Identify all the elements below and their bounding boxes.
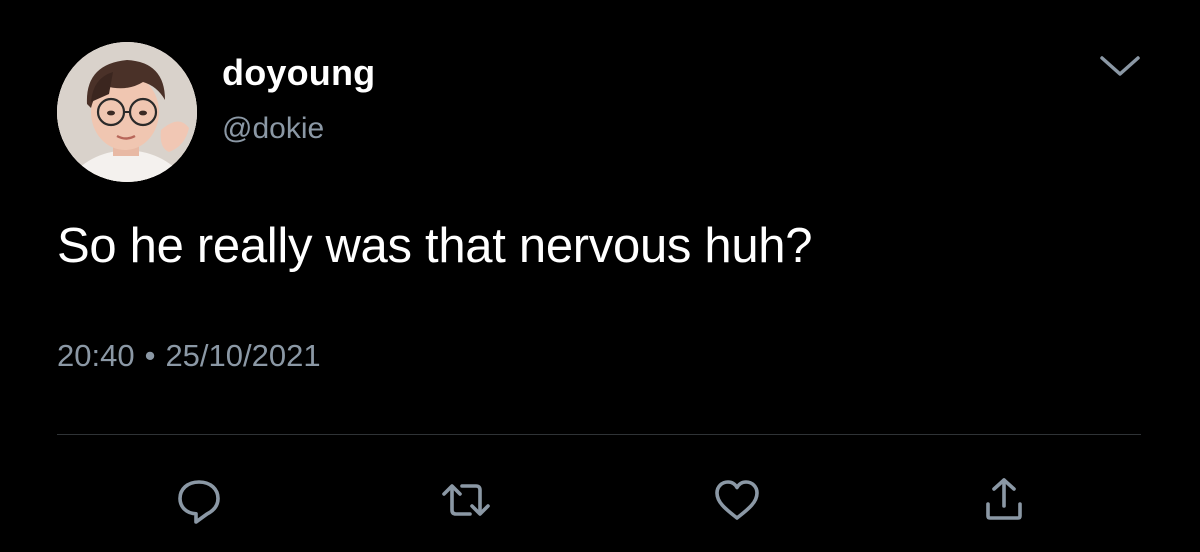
display-name[interactable]: doyoung <box>222 52 375 94</box>
tweet-text: So he really was that nervous huh? <box>57 219 813 273</box>
user-handle[interactable]: @dokie <box>222 112 324 146</box>
heart-icon <box>715 480 759 520</box>
tweet-timestamp[interactable]: 20:40 • 25/10/2021 <box>57 338 321 374</box>
like-button[interactable] <box>709 472 765 528</box>
share-button[interactable] <box>976 472 1032 528</box>
avatar-image <box>57 42 197 182</box>
tweet-date: 25/10/2021 <box>165 338 321 373</box>
chevron-down-icon[interactable] <box>1096 50 1144 82</box>
divider <box>57 434 1141 435</box>
reply-button[interactable] <box>171 472 227 528</box>
reply-icon <box>178 480 220 524</box>
avatar[interactable] <box>57 42 197 182</box>
share-icon <box>986 478 1022 520</box>
tweet-time: 20:40 <box>57 338 135 373</box>
retweet-button[interactable] <box>438 472 494 528</box>
retweet-icon <box>442 484 490 516</box>
meta-separator: • <box>144 338 156 373</box>
tweet-card: doyoung @dokie So he really was that ner… <box>0 0 1200 552</box>
